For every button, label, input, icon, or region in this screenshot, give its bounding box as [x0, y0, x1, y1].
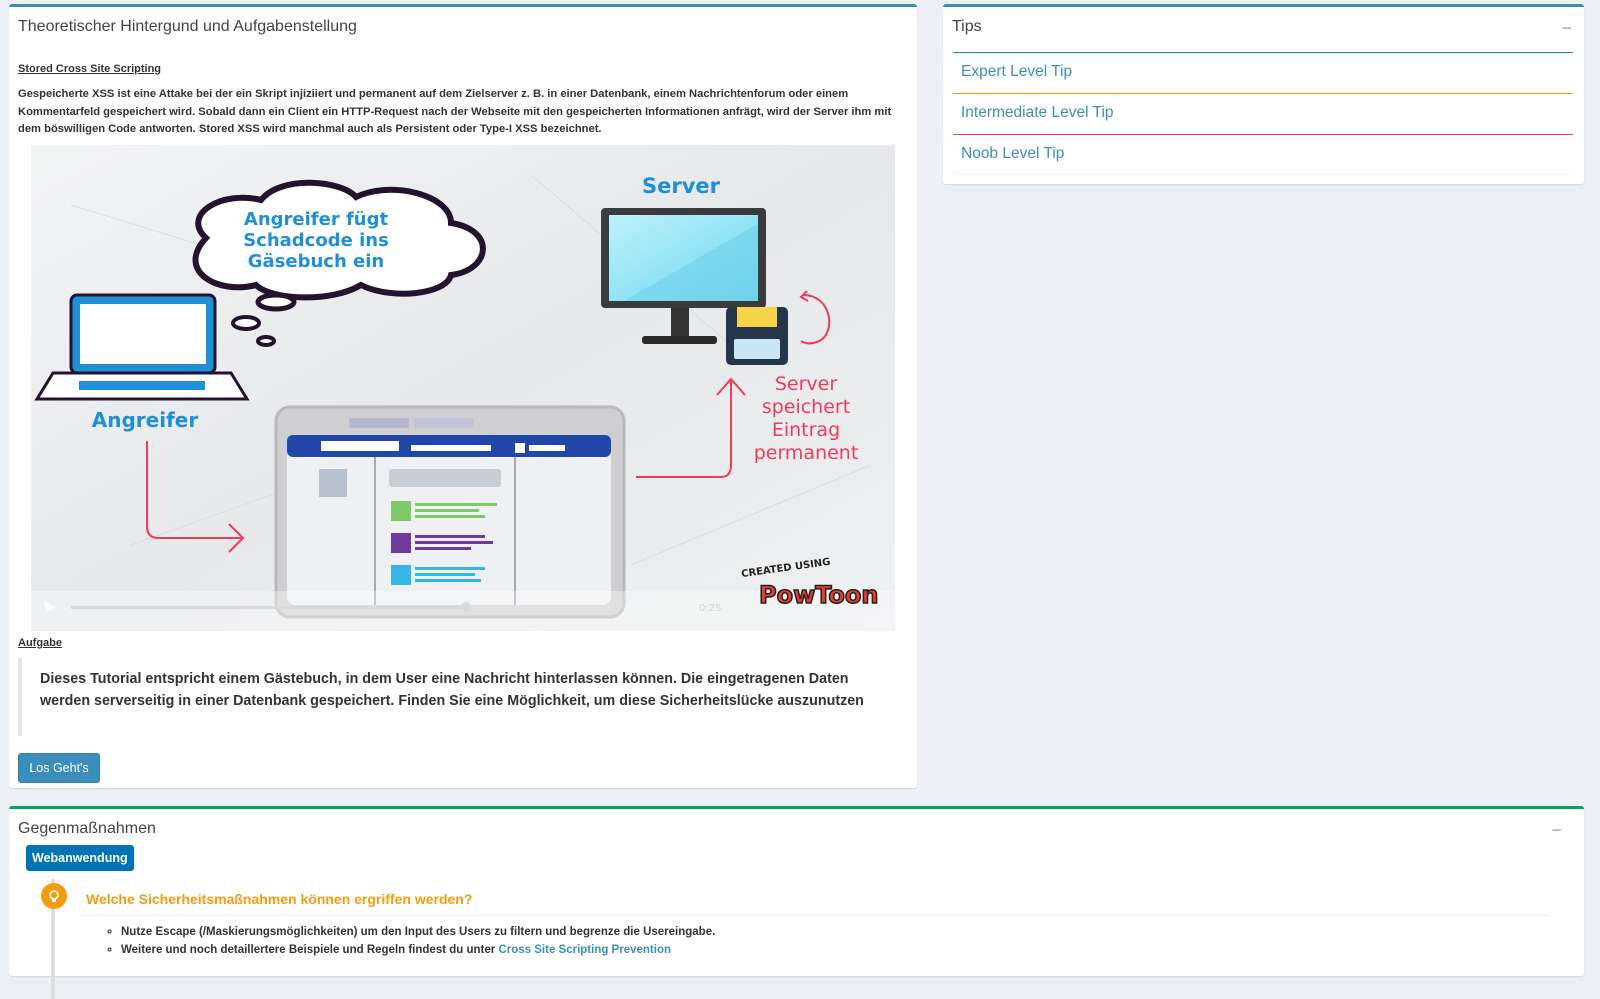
tips-title: Tips: [952, 18, 982, 35]
webapp-badge: Webanwendung: [26, 845, 134, 871]
xss-description: Gespeicherte XSS ist eine Attake bei der…: [18, 88, 892, 135]
task-heading: Aufgabe: [18, 637, 62, 649]
svg-text:PowToon: PowToon: [759, 581, 879, 609]
cloud-line-2: Schadcode ins: [243, 230, 389, 251]
intermediate-tip-link[interactable]: Intermediate Level Tip: [953, 93, 1573, 134]
server-title: Server: [642, 174, 721, 198]
countermeasures-collapse-icon[interactable]: −: [1551, 821, 1562, 839]
theory-panel: Theoretischer Hintergund und Aufgabenste…: [9, 4, 917, 788]
server-stores-2: speichert: [762, 396, 850, 418]
xss-explainer-video[interactable]: Angreifer fügt Schadcode ins Gäsebuch ei…: [31, 145, 895, 631]
tips-collapse-icon[interactable]: −: [1561, 19, 1572, 37]
start-button[interactable]: Los Geht's: [18, 753, 100, 783]
cloud-line-1: Angreifer fügt: [244, 209, 389, 230]
list-item: Nutze Escape (/Maskierungsmöglichkeiten)…: [121, 923, 715, 941]
video-scrubber[interactable]: [461, 602, 471, 612]
countermeasures-list: Nutze Escape (/Maskierungsmöglichkeiten)…: [109, 923, 715, 959]
expert-tip-link[interactable]: Expert Level Tip: [953, 52, 1573, 93]
stored-xss-heading: Stored Cross Site Scripting: [18, 63, 162, 75]
server-stores-3: Eintrag: [772, 419, 840, 441]
task-description: Dieses Tutorial entspricht einem Gästebu…: [18, 658, 898, 736]
cloud-line-3: Gäsebuch ein: [248, 251, 385, 272]
countermeasures-title: Gegenmaßnahmen: [18, 820, 156, 837]
list-item: Weitere und noch detaillertere Beispiele…: [121, 941, 715, 959]
server-stores-1: Server: [775, 373, 837, 395]
attacker-label: Angreifer: [92, 408, 199, 432]
xss-prevention-link[interactable]: Cross Site Scripting Prevention: [498, 944, 671, 956]
countermeasures-panel: Gegenmaßnahmen − Webanwendung Welche Sic…: [9, 806, 1584, 999]
timeline-divider: [79, 915, 1549, 916]
noob-tip-link[interactable]: Noob Level Tip: [953, 134, 1573, 175]
countermeasures-question: Welche Sicherheitsmaßnahmen können ergri…: [86, 891, 473, 907]
video-progress[interactable]: [71, 606, 466, 609]
server-stores-4: permanent: [754, 442, 859, 464]
tips-panel: Tips − Expert Level Tip Intermediate Lev…: [943, 4, 1584, 184]
video-time: 0:25: [699, 603, 721, 614]
lightbulb-icon: [41, 883, 67, 909]
theory-title: Theoretischer Hintergund und Aufgabenste…: [18, 18, 357, 35]
guestbook-browser-illustration: [274, 405, 626, 619]
